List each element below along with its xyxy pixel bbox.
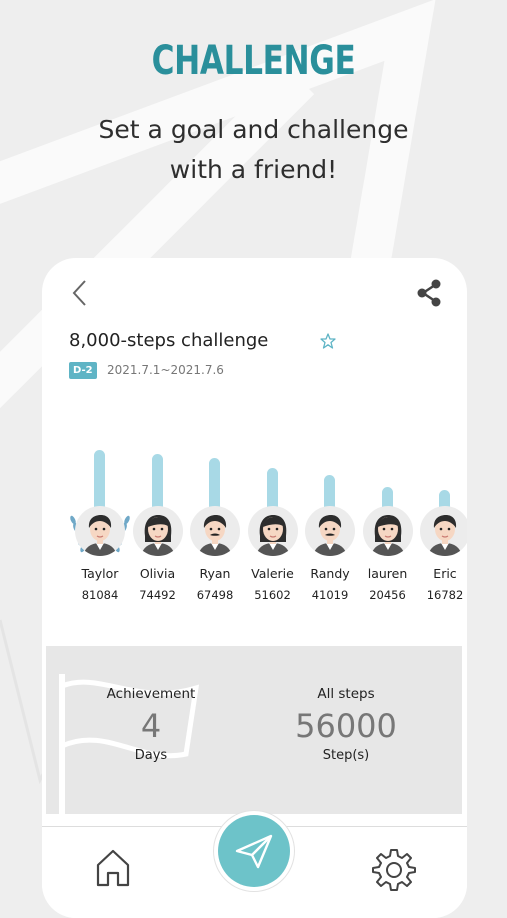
participant-randy[interactable]: Randy 41019	[301, 398, 359, 608]
all-steps-unit: Step(s)	[322, 748, 370, 763]
challenge-title: 8,000-steps challenge	[69, 330, 269, 351]
mustache-man-avatar	[305, 506, 355, 556]
achievement-stat: Achievement 4 Days	[61, 686, 241, 763]
man-avatar	[420, 506, 467, 556]
participant-olivia[interactable]: Olivia 74492	[129, 398, 187, 608]
steps-bar	[324, 474, 335, 508]
all-steps-value: 56000	[295, 707, 397, 745]
d-day-badge: D-2	[69, 362, 97, 379]
promo-title: CHALLENGE	[151, 38, 356, 84]
star-outline-icon[interactable]	[320, 333, 336, 349]
home-icon[interactable]	[94, 847, 132, 889]
challenge-stats-panel: Achievement 4 Days All steps 56000 Step(…	[46, 646, 462, 814]
participant-valerie[interactable]: Valerie 51602	[244, 398, 302, 608]
mustache-man-avatar	[190, 506, 240, 556]
gear-icon[interactable]	[372, 847, 416, 891]
participant-lauren[interactable]: lauren 20456	[359, 398, 417, 608]
participant-ryan[interactable]: Ryan 67498	[186, 398, 244, 608]
achievement-value: 4	[140, 707, 162, 745]
challenge-dates: 2021.7.1~2021.7.6	[107, 363, 224, 377]
woman-avatar	[247, 506, 298, 556]
paper-plane-icon	[235, 834, 273, 869]
chevron-left-icon[interactable]	[68, 278, 94, 308]
participant-ranking: Taylor 81084 Olivia 74492 Ryan 67498 Valerie 51…	[42, 398, 467, 608]
steps-bar	[381, 487, 393, 508]
promo-subtitle: Set a goal and challenge with a friend!	[0, 110, 507, 190]
share-icon[interactable]	[415, 278, 443, 308]
steps-bar	[209, 458, 220, 508]
achievement-unit: Days	[134, 748, 168, 763]
all-steps-stat: All steps 56000 Step(s)	[256, 686, 436, 763]
promo-subtitle-line1: Set a goal and challenge	[98, 115, 409, 144]
woman-avatar	[132, 506, 183, 556]
participant-eric[interactable]: Eric 16782	[416, 398, 467, 608]
all-steps-label: All steps	[317, 686, 375, 702]
participant-taylor[interactable]: Taylor 81084	[70, 398, 130, 608]
steps-bar	[266, 468, 278, 508]
steps-bar	[151, 454, 163, 508]
steps-bar	[94, 450, 105, 508]
achievement-label: Achievement	[106, 686, 196, 702]
participant-name: Eric	[433, 566, 457, 581]
challenge-fab-button[interactable]	[218, 815, 290, 887]
participant-steps: 16782	[426, 588, 464, 602]
man-avatar	[75, 506, 125, 556]
woman-avatar	[362, 506, 413, 556]
promo-subtitle-line2: with a friend!	[169, 155, 338, 184]
